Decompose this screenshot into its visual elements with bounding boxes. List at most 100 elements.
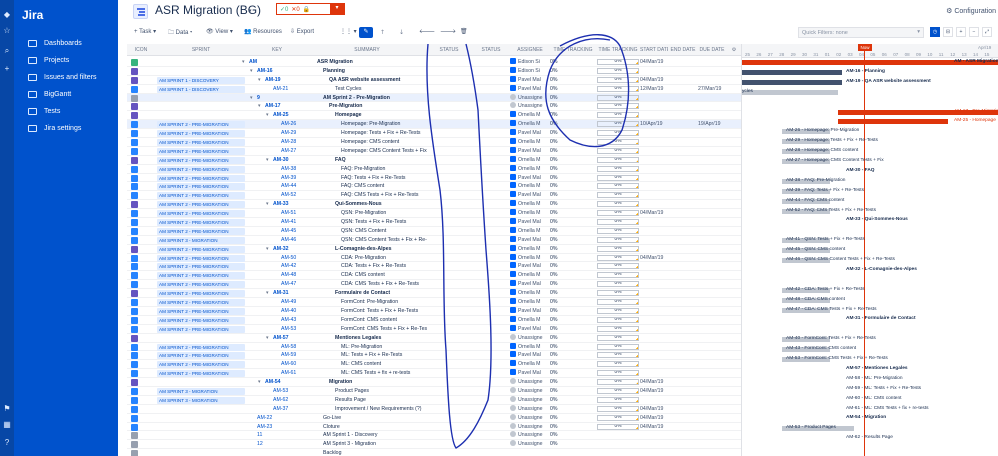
table-row[interactable]: AM SPRINT 2 - PRE-MIGRATION ▾ AM-30 FAQ Orne…: [127, 155, 741, 165]
assignee-cell[interactable]: Unassigne: [510, 422, 550, 431]
assignee-cell[interactable]: Pavel Mal: [510, 280, 550, 288]
edit-icon[interactable]: ✎: [359, 27, 373, 38]
sprint-badge[interactable]: AM SPRINT 2 - PRE-MIGRATION: [157, 370, 245, 378]
issue-key[interactable]: AM-19: [265, 76, 325, 84]
issue-summary[interactable]: FormCont: CMS content: [341, 316, 427, 324]
sprint-badge[interactable]: AM SPRINT 2 - PRE-MIGRATION: [157, 290, 245, 298]
sprint-badge[interactable]: AM SPRINT 2 - PRE-MIGRATION: [157, 245, 245, 253]
move-down-icon[interactable]: 🡓: [400, 28, 403, 38]
sprint-badge[interactable]: AM SPRINT 1 - DISCOVERY: [157, 76, 245, 84]
create-icon[interactable]: +: [2, 64, 12, 74]
sprint-badge[interactable]: AM SPRINT 2 - PRE-MIGRATION: [157, 227, 245, 235]
sprint-badge[interactable]: AM SPRINT 1 - DISCOVERY: [157, 85, 245, 93]
issue-summary[interactable]: FAQ: CMS Tests + Fix + Re-Tests: [341, 191, 427, 199]
sprint-badge[interactable]: AM SPRINT 2 - PRE-MIGRATION: [157, 219, 245, 227]
table-row[interactable]: AM SPRINT 2 - PRE-MIGRATION AM-61 ML: CMS …: [127, 369, 741, 379]
assignee-cell[interactable]: Pavel Mal: [510, 306, 550, 315]
sprint-badge[interactable]: AM SPRINT 2 - PRE-MIGRATION: [157, 210, 245, 218]
grid-settings-icon[interactable]: ⚙: [729, 47, 739, 53]
nav-projects[interactable]: Projects: [28, 53, 69, 67]
assignee-cell[interactable]: Pavel Mal: [510, 146, 550, 155]
assignee-cell[interactable]: Ornella M: [510, 244, 550, 253]
save-status-box[interactable]: ✓0 ✕0 🔒 ▾: [276, 3, 345, 15]
notifications-icon[interactable]: ⚑: [2, 404, 12, 414]
table-row[interactable]: AM SPRINT 2 - PRE-MIGRATION AM-41 QSN: Tes…: [127, 218, 741, 227]
expand-toggle-icon[interactable]: ▾: [266, 200, 269, 208]
issue-key[interactable]: AM-28: [281, 138, 341, 146]
issue-summary[interactable]: FAQ: [335, 156, 427, 164]
issue-key[interactable]: AM-57: [273, 334, 333, 342]
issue-key[interactable]: AM-53: [273, 387, 333, 395]
issue-summary[interactable]: Homepage: Tests + Fix + Re-Tests: [341, 129, 427, 137]
issue-key[interactable]: AM-27: [281, 147, 341, 155]
title-dropdown-icon[interactable]: ▾: [248, 7, 252, 15]
issue-summary[interactable]: CDA: CMS Tests + Fix + Re-Tests: [341, 280, 427, 288]
fullscreen-icon[interactable]: ⤢: [982, 27, 992, 37]
table-row[interactable]: ▾ AM-57 Mentiones Legales Unassigne 0% 0%: [127, 333, 741, 343]
sprint-badge[interactable]: AM SPRINT 2 - PRE-MIGRATION: [157, 299, 245, 307]
assignee-cell[interactable]: Ornella M: [510, 342, 550, 351]
issue-summary[interactable]: ML: CMS Tests + fix + re-tests: [341, 369, 427, 377]
gantt-bar[interactable]: [838, 119, 948, 125]
issue-summary[interactable]: FormCont: CMS Tests + Fix + Re-Tests: [341, 325, 427, 333]
search-icon[interactable]: ⌕: [2, 46, 12, 56]
expand-toggle-icon[interactable]: ▾: [266, 289, 269, 297]
issue-key[interactable]: AM-40: [281, 307, 341, 315]
issue-key[interactable]: AM-25: [273, 111, 333, 119]
expand-toggle-icon[interactable]: ▾: [266, 334, 269, 342]
col-status[interactable]: STATUS: [427, 47, 471, 53]
assignee-cell[interactable]: Pavel Mal: [510, 75, 550, 84]
table-row[interactable]: AM SPRINT 3 - MIGRATION AM-62 Results Page…: [127, 395, 741, 405]
assignee-cell[interactable]: Ornella M: [510, 271, 550, 279]
help-icon[interactable]: ?: [2, 438, 12, 448]
issue-key[interactable]: AM-43: [281, 316, 341, 324]
table-row[interactable]: AM SPRINT 2 - PRE-MIGRATION AM-44 FAQ: CMS…: [127, 182, 741, 192]
sprint-badge[interactable]: AM SPRINT 2 - PRE-MIGRATION: [157, 272, 245, 280]
table-row[interactable]: AM SPRINT 2 - PRE-MIGRATION AM-27 Homepage…: [127, 146, 741, 156]
quick-filters-select[interactable]: Quick Filters: none ▾: [798, 27, 924, 38]
issue-key[interactable]: 11: [257, 431, 317, 439]
assignee-cell[interactable]: Pavel Mal: [510, 84, 550, 93]
table-row[interactable]: AM-37 Improvement / New Requirements (?) U…: [127, 404, 741, 414]
assignee-cell[interactable]: Ornella M: [510, 360, 550, 368]
issue-key[interactable]: AM-50: [281, 254, 341, 262]
issue-summary[interactable]: Results Page: [335, 396, 427, 404]
issue-summary[interactable]: Test Cycles: [335, 85, 427, 93]
sprint-badge[interactable]: AM SPRINT 2 - PRE-MIGRATION: [157, 156, 245, 164]
expand-toggle-icon[interactable]: ▾: [250, 67, 253, 75]
assignee-cell[interactable]: Pavel Mal: [510, 218, 550, 226]
col-time-tracking[interactable]: TIME TRACKING: [551, 47, 595, 53]
assignee-cell[interactable]: Ornella M: [510, 138, 550, 146]
table-row[interactable]: AM SPRINT 2 - PRE-MIGRATION AM-43 FormCont…: [127, 315, 741, 325]
star-icon[interactable]: ☆: [2, 26, 12, 36]
issue-summary[interactable]: ML: Pre-Migration: [341, 343, 427, 351]
issue-key[interactable]: AM-47: [281, 280, 341, 288]
table-row[interactable]: AM SPRINT 2 - PRE-MIGRATION AM-58 ML: Pre-…: [127, 342, 741, 352]
assignee-cell[interactable]: Pavel Mal: [510, 129, 550, 137]
export-button[interactable]: ⇩ Export: [290, 28, 314, 35]
table-row[interactable]: Backlog: [127, 449, 741, 456]
issue-summary[interactable]: FAQ: CMS content: [341, 182, 427, 190]
issue-summary[interactable]: Homepage: CMS Content Tests + Fix + Re-T…: [341, 147, 427, 155]
issue-key[interactable]: AM-17: [265, 102, 325, 110]
sprint-badge[interactable]: AM SPRINT 2 - PRE-MIGRATION: [157, 281, 245, 289]
issue-key[interactable]: AM: [249, 58, 309, 66]
issue-key[interactable]: AM-26: [281, 120, 341, 128]
issue-summary[interactable]: Formulaire de Contact: [335, 289, 427, 297]
issue-key[interactable]: AM-23: [257, 423, 317, 431]
issue-summary[interactable]: FAQ: Tests + Fix + Re-Tests: [341, 174, 427, 182]
issue-summary[interactable]: Backlog: [323, 449, 427, 456]
table-row[interactable]: ▾ AM-54 Migration Unassigne 0% 0% 04/Mar/19: [127, 378, 741, 387]
table-row[interactable]: AM-22 Go-Live Unassigne 0% 0% 04/Mar/19: [127, 413, 741, 423]
col-time-tracking-2[interactable]: TIME TRACKING: [597, 47, 639, 53]
expand-toggle-icon[interactable]: ▾: [258, 378, 261, 386]
col-key[interactable]: KEY: [247, 47, 307, 53]
assignee-cell[interactable]: Unassigne: [510, 333, 550, 342]
issue-key[interactable]: AM-58: [281, 343, 341, 351]
table-row[interactable]: AM SPRINT 2 - PRE-MIGRATION AM-48 CDA: CMS…: [127, 271, 741, 281]
col-due-date[interactable]: DUE DATE: [698, 47, 726, 53]
sprint-badge[interactable]: AM SPRINT 2 - PRE-MIGRATION: [157, 352, 245, 360]
issue-key[interactable]: AM-60: [281, 360, 341, 368]
col-assignee[interactable]: ASSIGNEE: [511, 47, 549, 53]
issue-summary[interactable]: FormCont: Tests + Fix + Re-Tests: [341, 307, 427, 315]
